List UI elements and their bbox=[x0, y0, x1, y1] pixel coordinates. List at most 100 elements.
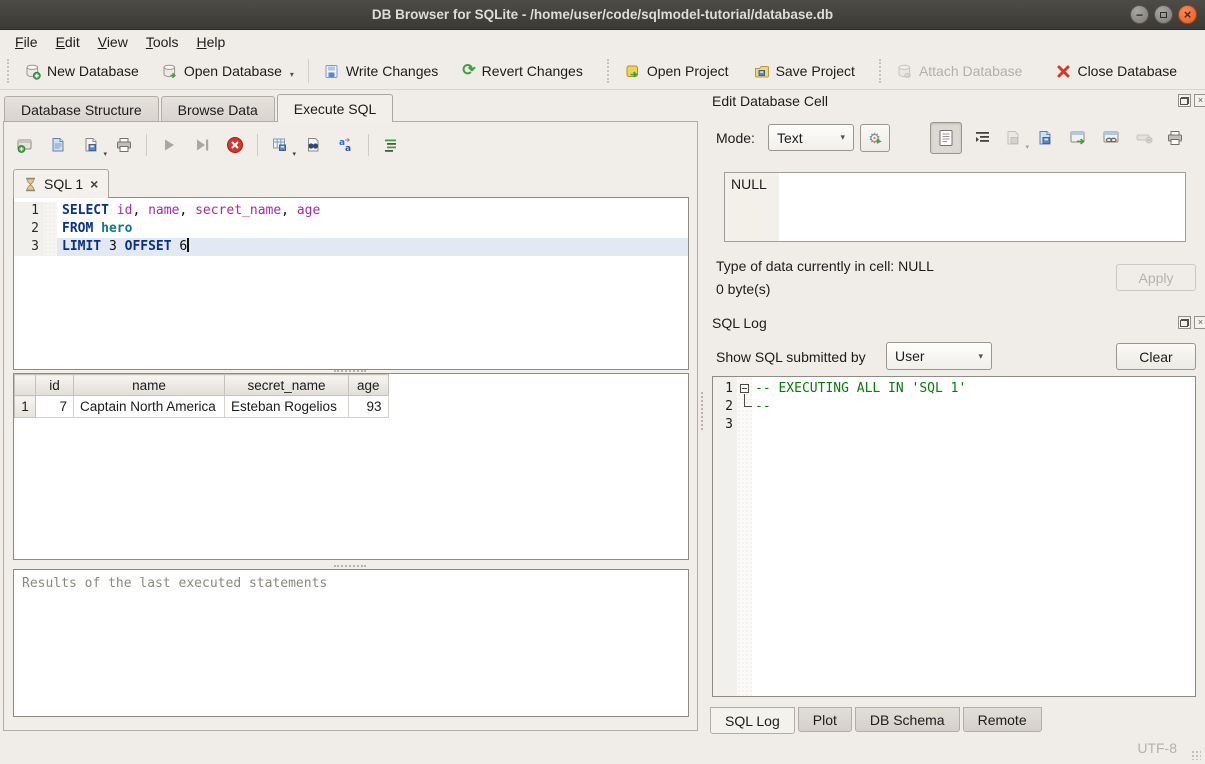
toolbar-separator bbox=[308, 59, 309, 83]
fold-margin bbox=[44, 238, 57, 256]
export-data-button[interactable] bbox=[1032, 125, 1058, 151]
column-header-name[interactable]: name bbox=[74, 375, 225, 396]
sql-editor-tab[interactable]: SQL 1 × bbox=[13, 169, 109, 198]
toolbar-drag-handle[interactable] bbox=[879, 59, 883, 83]
cell-id[interactable]: 7 bbox=[36, 396, 74, 418]
log-line: -- EXECUTING ALL IN 'SQL 1' bbox=[755, 381, 966, 396]
menu-view[interactable]: View bbox=[89, 33, 137, 51]
splitter-handle[interactable] bbox=[334, 370, 366, 372]
results-table: id name secret_name age 1 7 Captain Nort… bbox=[14, 374, 389, 418]
results-message-box[interactable]: Results of the last executed statements bbox=[13, 569, 689, 717]
document-icon bbox=[938, 129, 954, 147]
log-line-number: 1 bbox=[713, 381, 733, 396]
menu-file[interactable]: File bbox=[6, 33, 47, 51]
copy-link-button[interactable] bbox=[1098, 125, 1124, 151]
dock-tab-plot[interactable]: Plot bbox=[798, 707, 852, 732]
float-panel-button[interactable] bbox=[1178, 316, 1191, 329]
import-data-button: ▾ bbox=[1000, 125, 1026, 151]
app-window: DB Browser for SQLite - /home/user/code/… bbox=[0, 0, 1205, 764]
panel-splitter-handle[interactable] bbox=[701, 392, 703, 430]
save-project-button[interactable]: Save Project bbox=[747, 59, 861, 84]
sql-toolbar-separator bbox=[257, 134, 258, 156]
open-sql-file-button[interactable] bbox=[45, 132, 71, 158]
save-results-dropdown-icon[interactable]: ▾ bbox=[292, 150, 296, 158]
link-icon bbox=[1102, 129, 1121, 147]
find-button[interactable] bbox=[300, 132, 326, 158]
maximize-button[interactable] bbox=[1154, 5, 1173, 24]
mode-value: Text bbox=[777, 130, 803, 146]
mode-select[interactable]: Text ▾ bbox=[768, 124, 854, 151]
cell-edit-area[interactable] bbox=[779, 173, 1185, 241]
stop-button[interactable] bbox=[222, 132, 248, 158]
open-database-dropdown-icon[interactable]: ▾ bbox=[290, 70, 294, 79]
text-mode-button[interactable] bbox=[930, 122, 962, 154]
sql-tab-close-icon[interactable]: × bbox=[90, 176, 98, 192]
save-sql-file-button[interactable]: ▾ bbox=[78, 132, 104, 158]
resize-grip[interactable] bbox=[1191, 750, 1201, 760]
new-sql-tab-button[interactable] bbox=[12, 132, 38, 158]
import-dropdown-icon: ▾ bbox=[1025, 143, 1029, 151]
dock-tab-remote[interactable]: Remote bbox=[963, 707, 1042, 732]
save-results-button[interactable]: ▾ bbox=[267, 132, 293, 158]
close-panel-button[interactable]: × bbox=[1194, 94, 1205, 107]
stop-icon bbox=[226, 136, 244, 154]
open-database-button[interactable]: Open Database ▾ bbox=[155, 59, 300, 84]
sql-editor[interactable]: 1 SELECT id, name, secret_name, age 2 FR… bbox=[13, 197, 689, 370]
word-wrap-button[interactable] bbox=[970, 125, 996, 151]
write-changes-button[interactable]: Write Changes bbox=[317, 59, 444, 84]
sql-log-view[interactable]: 1 2 3 -- EXECUTING ALL IN 'SQL 1' -- bbox=[712, 376, 1196, 697]
mode-label: Mode: bbox=[716, 130, 755, 146]
revert-changes-label: Revert Changes bbox=[482, 63, 583, 79]
close-database-button[interactable]: Close Database bbox=[1050, 59, 1183, 83]
dock-tab-db-schema[interactable]: DB Schema bbox=[855, 707, 960, 732]
execute-sql-panel: ▾ bbox=[3, 121, 698, 731]
revert-changes-button[interactable]: ⟳ Revert Changes bbox=[456, 59, 589, 83]
toolbar-drag-handle[interactable] bbox=[607, 59, 611, 83]
corner-header[interactable] bbox=[15, 375, 36, 396]
cell-name[interactable]: Captain North America bbox=[74, 396, 225, 418]
minimize-button[interactable]: − bbox=[1130, 5, 1149, 24]
menu-help[interactable]: Help bbox=[188, 33, 235, 51]
sql-log-title: SQL Log bbox=[712, 315, 767, 331]
close-panel-button[interactable]: × bbox=[1194, 316, 1205, 329]
fold-collapse-icon[interactable] bbox=[740, 384, 749, 393]
column-header-age[interactable]: age bbox=[349, 375, 389, 396]
autocomplete-button[interactable]: a a bbox=[333, 132, 359, 158]
cell-secret-name[interactable]: Esteban Rogelios bbox=[225, 396, 349, 418]
row-header[interactable]: 1 bbox=[15, 396, 36, 418]
attach-database-label: Attach Database bbox=[919, 63, 1023, 79]
splitter-handle[interactable] bbox=[334, 565, 366, 567]
execute-all-button[interactable] bbox=[156, 132, 182, 158]
save-dropdown-icon[interactable]: ▾ bbox=[103, 150, 107, 158]
code-line: SELECT id, name, secret_name, age bbox=[57, 202, 688, 220]
format-sql-button[interactable] bbox=[378, 132, 404, 158]
log-line-number: 3 bbox=[713, 417, 733, 432]
open-external-button[interactable] bbox=[1065, 125, 1091, 151]
window-title: DB Browser for SQLite - /home/user/code/… bbox=[372, 7, 833, 22]
menu-tools[interactable]: Tools bbox=[137, 33, 188, 51]
float-panel-button[interactable] bbox=[1178, 94, 1191, 107]
toolbar-drag-handle[interactable] bbox=[7, 59, 11, 83]
dock-tab-sql-log[interactable]: SQL Log bbox=[710, 707, 795, 734]
menu-edit[interactable]: Edit bbox=[47, 33, 89, 51]
column-header-secret-name[interactable]: secret_name bbox=[225, 375, 349, 396]
open-project-button[interactable]: Open Project bbox=[618, 59, 735, 84]
print-button[interactable] bbox=[111, 132, 137, 158]
auto-switch-mode-button[interactable]: ⚙ ▸ bbox=[860, 124, 890, 152]
clear-log-button[interactable]: Clear bbox=[1116, 343, 1196, 370]
execute-icon bbox=[161, 137, 177, 153]
cell-age[interactable]: 93 bbox=[349, 396, 389, 418]
close-icon: × bbox=[1198, 318, 1203, 327]
tab-database-structure[interactable]: Database Structure bbox=[4, 96, 159, 122]
print-cell-button[interactable] bbox=[1162, 125, 1188, 151]
new-database-button[interactable]: New Database bbox=[18, 59, 145, 84]
log-filter-select[interactable]: User ▾ bbox=[886, 342, 992, 370]
tab-browse-data[interactable]: Browse Data bbox=[161, 96, 275, 122]
column-header-id[interactable]: id bbox=[36, 375, 74, 396]
tab-execute-sql[interactable]: Execute SQL bbox=[277, 94, 394, 122]
execute-line-button[interactable] bbox=[189, 132, 215, 158]
cell-value-editor[interactable]: NULL bbox=[724, 172, 1186, 242]
sql-toolbar: ▾ bbox=[12, 132, 404, 158]
float-icon bbox=[1180, 97, 1189, 105]
close-button[interactable]: × bbox=[1178, 5, 1197, 24]
